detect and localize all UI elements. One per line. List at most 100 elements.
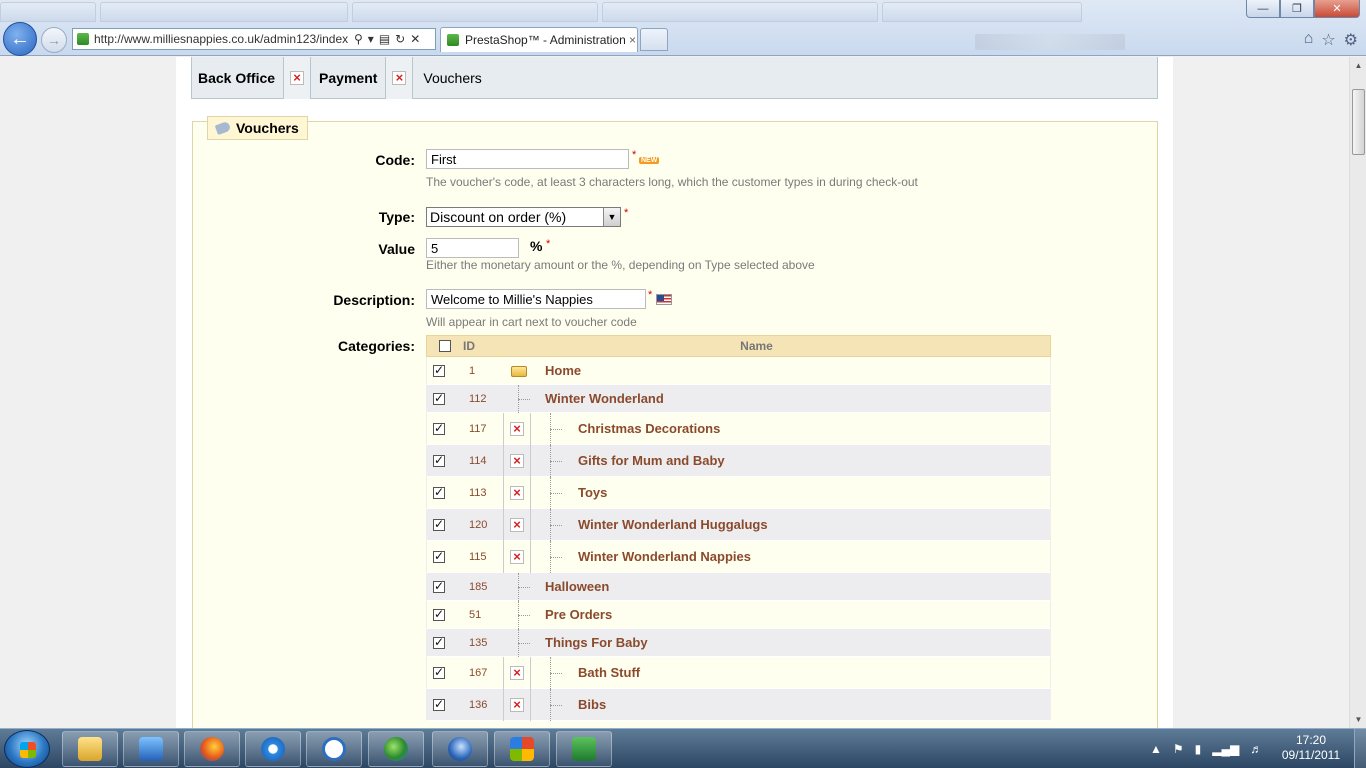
settings-gear-icon[interactable]: ⚙ bbox=[1344, 30, 1358, 50]
category-name[interactable]: Winter Wonderland bbox=[545, 391, 664, 406]
category-name[interactable]: Halloween bbox=[545, 579, 609, 594]
category-row[interactable]: 112 Winter Wonderland bbox=[426, 385, 1051, 413]
blurred-tab[interactable] bbox=[882, 2, 1082, 22]
taskbar-explorer[interactable] bbox=[62, 731, 118, 767]
category-id: 113 bbox=[469, 486, 487, 499]
back-button[interactable]: ← bbox=[3, 22, 37, 56]
active-tab[interactable]: PrestaShop™ - Administration × bbox=[440, 27, 638, 52]
category-checkbox[interactable] bbox=[433, 391, 445, 405]
compat-view-icon[interactable]: ▤ bbox=[379, 32, 390, 46]
dell-icon bbox=[322, 737, 346, 761]
power-icon[interactable]: ▮ bbox=[1195, 742, 1202, 756]
network-signal-icon[interactable]: ▂▄▆ bbox=[1212, 742, 1239, 756]
category-row[interactable]: 120 × Winter Wonderland Huggalugs bbox=[426, 509, 1051, 541]
maximize-button[interactable]: ❐ bbox=[1280, 0, 1314, 18]
forward-button[interactable]: → bbox=[41, 27, 67, 53]
category-row[interactable]: 167 × Bath Stuff bbox=[426, 657, 1051, 689]
site-favicon-icon bbox=[77, 33, 89, 45]
minimize-button[interactable]: — bbox=[1246, 0, 1280, 18]
category-checkbox[interactable] bbox=[433, 549, 445, 563]
stop-icon[interactable]: ✕ bbox=[410, 32, 420, 46]
category-checkbox[interactable] bbox=[433, 665, 445, 679]
scroll-down-icon[interactable]: ▼ bbox=[1350, 711, 1366, 728]
value-input[interactable]: 5 bbox=[426, 238, 519, 258]
category-checkbox[interactable] bbox=[433, 421, 445, 435]
category-name[interactable]: Things For Baby bbox=[545, 635, 648, 650]
category-checkbox[interactable] bbox=[433, 635, 445, 649]
category-checkbox[interactable] bbox=[433, 363, 445, 377]
taskbar-thunderbird[interactable] bbox=[432, 731, 488, 767]
category-name[interactable]: Pre Orders bbox=[545, 607, 612, 622]
category-name[interactable]: Toys bbox=[578, 485, 607, 500]
search-icon[interactable]: ⚲ bbox=[354, 32, 363, 46]
category-row[interactable]: 185 Halloween bbox=[426, 573, 1051, 601]
dropdown-icon[interactable]: ▾ bbox=[368, 32, 374, 46]
description-input[interactable]: Welcome to Millie's Nappies bbox=[426, 289, 646, 309]
category-name[interactable]: Bibs bbox=[578, 697, 606, 712]
category-name[interactable]: Gifts for Mum and Baby bbox=[578, 453, 725, 468]
address-bar[interactable]: http://www.milliesnappies.co.uk/admin123… bbox=[72, 28, 436, 50]
column-id[interactable]: ID bbox=[463, 339, 503, 353]
show-desktop-button[interactable] bbox=[1354, 729, 1366, 768]
broken-image-cell: × bbox=[503, 689, 531, 721]
category-name[interactable]: Winter Wonderland Nappies bbox=[578, 549, 751, 564]
start-button[interactable] bbox=[4, 730, 50, 768]
action-center-flag-icon[interactable]: ⚑ bbox=[1173, 742, 1184, 756]
us-flag-icon[interactable] bbox=[656, 294, 672, 305]
system-clock[interactable]: 17:20 09/11/2011 bbox=[1276, 733, 1346, 763]
value-hint: Either the monetary amount or the %, dep… bbox=[426, 258, 815, 272]
category-id: 120 bbox=[469, 518, 488, 531]
tab-close-icon[interactable]: × bbox=[629, 33, 636, 47]
chevron-down-icon[interactable]: ▼ bbox=[603, 208, 620, 226]
volume-icon[interactable]: ♬ bbox=[1250, 742, 1262, 756]
new-tab-button[interactable] bbox=[640, 28, 668, 51]
type-select[interactable]: Discount on order (%) ▼ bbox=[426, 207, 621, 227]
category-checkbox[interactable] bbox=[433, 607, 445, 621]
category-name[interactable]: Home bbox=[545, 363, 581, 378]
category-name[interactable]: Winter Wonderland Huggalugs bbox=[578, 517, 768, 532]
favorites-star-icon[interactable]: ☆ bbox=[1321, 30, 1335, 50]
show-hidden-icons-icon[interactable]: ▲ bbox=[1150, 742, 1162, 756]
home-icon[interactable]: ⌂ bbox=[1304, 30, 1314, 50]
folder-icon[interactable] bbox=[511, 366, 527, 377]
refresh-icon[interactable]: ↻ bbox=[395, 32, 405, 46]
taskbar-dell[interactable] bbox=[306, 731, 362, 767]
category-checkbox[interactable] bbox=[433, 517, 445, 531]
category-row[interactable]: 114 × Gifts for Mum and Baby bbox=[426, 445, 1051, 477]
category-row[interactable]: 115 × Winter Wonderland Nappies bbox=[426, 541, 1051, 573]
category-row[interactable]: 135 Things For Baby bbox=[426, 629, 1051, 657]
select-all-checkbox[interactable] bbox=[439, 340, 451, 352]
taskbar-excel[interactable] bbox=[556, 731, 612, 767]
scroll-up-icon[interactable]: ▲ bbox=[1350, 57, 1366, 74]
url-text[interactable]: http://www.milliesnappies.co.uk/admin123… bbox=[94, 32, 350, 46]
taskbar-media-player[interactable] bbox=[123, 731, 179, 767]
category-checkbox[interactable] bbox=[433, 485, 445, 499]
category-row[interactable]: 136 × Bibs bbox=[426, 689, 1051, 721]
column-name[interactable]: Name bbox=[503, 339, 1050, 353]
taskbar-internet-explorer[interactable] bbox=[245, 731, 301, 767]
taskbar-messenger[interactable] bbox=[368, 731, 424, 767]
blurred-tab[interactable] bbox=[602, 2, 878, 22]
category-row[interactable]: 51 Pre Orders bbox=[426, 601, 1051, 629]
category-checkbox[interactable] bbox=[433, 453, 445, 467]
category-row[interactable]: 113 × Toys bbox=[426, 477, 1051, 509]
scroll-thumb[interactable] bbox=[1352, 89, 1365, 155]
blurred-tab[interactable] bbox=[100, 2, 348, 22]
category-name[interactable]: Bath Stuff bbox=[578, 665, 640, 680]
category-checkbox[interactable] bbox=[433, 697, 445, 711]
breadcrumb-back-office[interactable]: Back Office bbox=[198, 70, 275, 86]
broken-image-icon: × bbox=[510, 698, 524, 712]
category-name[interactable]: Christmas Decorations bbox=[578, 421, 720, 436]
vertical-scrollbar[interactable]: ▲ ▼ bbox=[1349, 57, 1366, 728]
breadcrumb-payment[interactable]: Payment bbox=[319, 70, 377, 86]
taskbar-office[interactable] bbox=[494, 731, 550, 767]
blurred-tab[interactable] bbox=[352, 2, 598, 22]
category-checkbox[interactable] bbox=[433, 579, 445, 593]
category-row[interactable]: 117 × Christmas Decorations bbox=[426, 413, 1051, 445]
category-id: 112 bbox=[469, 392, 487, 405]
code-input[interactable]: First bbox=[426, 149, 629, 169]
close-window-button[interactable]: ✕ bbox=[1314, 0, 1360, 18]
taskbar-firefox[interactable] bbox=[184, 731, 240, 767]
category-row[interactable]: 1 Home bbox=[426, 357, 1051, 385]
blurred-tab[interactable] bbox=[0, 2, 96, 22]
